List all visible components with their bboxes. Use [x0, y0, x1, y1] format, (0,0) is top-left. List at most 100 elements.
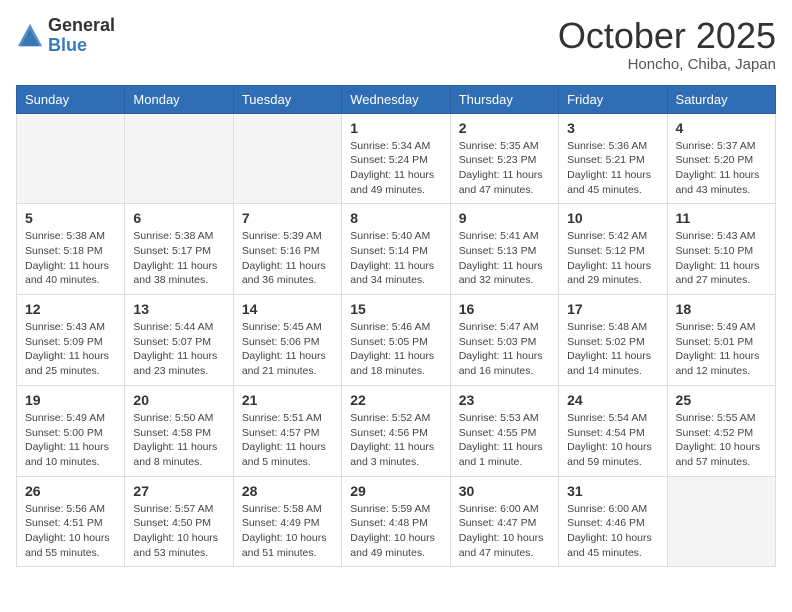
logo: General Blue	[16, 16, 115, 56]
day-info: Sunrise: 5:45 AM Sunset: 5:06 PM Dayligh…	[242, 320, 333, 379]
day-number: 9	[459, 210, 550, 226]
calendar-cell: 20Sunrise: 5:50 AM Sunset: 4:58 PM Dayli…	[125, 385, 233, 476]
day-number: 24	[567, 392, 658, 408]
day-info: Sunrise: 5:46 AM Sunset: 5:05 PM Dayligh…	[350, 320, 441, 379]
day-number: 5	[25, 210, 116, 226]
day-info: Sunrise: 5:58 AM Sunset: 4:49 PM Dayligh…	[242, 502, 333, 561]
day-info: Sunrise: 5:48 AM Sunset: 5:02 PM Dayligh…	[567, 320, 658, 379]
calendar-cell: 1Sunrise: 5:34 AM Sunset: 5:24 PM Daylig…	[342, 113, 450, 204]
day-number: 17	[567, 301, 658, 317]
day-number: 6	[133, 210, 224, 226]
calendar-cell: 29 Sunrise: 5:59 AM Sunset: 4:48 PM Dayli…	[342, 476, 450, 567]
day-info: Sunrise: 5:49 AM Sunset: 5:01 PM Dayligh…	[676, 320, 767, 379]
day-number: 4	[676, 120, 767, 136]
day-info: Sunrise: 5:42 AM Sunset: 5:12 PM Dayligh…	[567, 229, 658, 288]
calendar-cell: 7 Sunrise: 5:39 AM Sunset: 5:16 PM Daylig…	[233, 204, 341, 295]
day-number: 29	[350, 483, 441, 499]
calendar-cell: 5 Sunrise: 5:38 AM Sunset: 5:18 PM Daylig…	[17, 204, 125, 295]
weekday-header-tuesday: Tuesday	[233, 85, 341, 113]
day-number: 7	[242, 210, 333, 226]
day-number: 10	[567, 210, 658, 226]
day-number: 15	[350, 301, 441, 317]
day-info: Sunrise: 5:52 AM Sunset: 4:56 PM Dayligh…	[350, 411, 441, 470]
day-info: Sunrise: 5:49 AM Sunset: 5:00 PM Dayligh…	[25, 411, 116, 470]
calendar-cell: 12Sunrise: 5:43 AM Sunset: 5:09 PM Dayli…	[17, 295, 125, 386]
day-info: Sunrise: 5:44 AM Sunset: 5:07 PM Dayligh…	[133, 320, 224, 379]
day-info: Sunrise: 5:35 AM Sunset: 5:23 PM Dayligh…	[459, 139, 550, 198]
day-number: 20	[133, 392, 224, 408]
day-number: 12	[25, 301, 116, 317]
day-number: 14	[242, 301, 333, 317]
day-info: Sunrise: 5:59 AM Sunset: 4:48 PM Dayligh…	[350, 502, 441, 561]
day-number: 28	[242, 483, 333, 499]
calendar-cell: 19 Sunrise: 5:49 AM Sunset: 5:00 PM Dayli…	[17, 385, 125, 476]
weekday-header-monday: Monday	[125, 85, 233, 113]
day-number: 2	[459, 120, 550, 136]
day-info: Sunrise: 5:47 AM Sunset: 5:03 PM Dayligh…	[459, 320, 550, 379]
day-number: 27	[133, 483, 224, 499]
logo-text: General Blue	[48, 16, 115, 56]
day-info: Sunrise: 5:37 AM Sunset: 5:20 PM Dayligh…	[676, 139, 767, 198]
day-info: Sunrise: 5:38 AM Sunset: 5:18 PM Dayligh…	[25, 229, 116, 288]
weekday-header-thursday: Thursday	[450, 85, 558, 113]
day-number: 13	[133, 301, 224, 317]
day-info: Sunrise: 5:40 AM Sunset: 5:14 PM Dayligh…	[350, 229, 441, 288]
calendar-cell: 22 Sunrise: 5:52 AM Sunset: 4:56 PM Dayli…	[342, 385, 450, 476]
day-number: 22	[350, 392, 441, 408]
week-row-4: 19 Sunrise: 5:49 AM Sunset: 5:00 PM Dayli…	[17, 385, 776, 476]
day-info: Sunrise: 6:00 AM Sunset: 4:46 PM Dayligh…	[567, 502, 658, 561]
calendar-cell: 25Sunrise: 5:55 AM Sunset: 4:52 PM Dayli…	[667, 385, 775, 476]
weekday-header-row: SundayMondayTuesdayWednesdayThursdayFrid…	[17, 85, 776, 113]
calendar-cell: 24 Sunrise: 5:54 AM Sunset: 4:54 PM Dayli…	[559, 385, 667, 476]
day-number: 23	[459, 392, 550, 408]
calendar-cell: 2 Sunrise: 5:35 AM Sunset: 5:23 PM Daylig…	[450, 113, 558, 204]
day-number: 21	[242, 392, 333, 408]
calendar-cell: 26 Sunrise: 5:56 AM Sunset: 4:51 PM Dayli…	[17, 476, 125, 567]
calendar-cell: 9 Sunrise: 5:41 AM Sunset: 5:13 PM Daylig…	[450, 204, 558, 295]
day-number: 19	[25, 392, 116, 408]
calendar-title: October 2025	[558, 16, 776, 56]
week-row-5: 26 Sunrise: 5:56 AM Sunset: 4:51 PM Dayli…	[17, 476, 776, 567]
week-row-3: 12Sunrise: 5:43 AM Sunset: 5:09 PM Dayli…	[17, 295, 776, 386]
week-row-1: 1Sunrise: 5:34 AM Sunset: 5:24 PM Daylig…	[17, 113, 776, 204]
day-info: Sunrise: 5:41 AM Sunset: 5:13 PM Dayligh…	[459, 229, 550, 288]
logo-blue: Blue	[48, 36, 115, 56]
day-number: 26	[25, 483, 116, 499]
calendar-cell	[17, 113, 125, 204]
calendar-cell: 8 Sunrise: 5:40 AM Sunset: 5:14 PM Daylig…	[342, 204, 450, 295]
calendar-cell: 21 Sunrise: 5:51 AM Sunset: 4:57 PM Dayli…	[233, 385, 341, 476]
day-number: 1	[350, 120, 441, 136]
day-number: 31	[567, 483, 658, 499]
day-info: Sunrise: 5:57 AM Sunset: 4:50 PM Dayligh…	[133, 502, 224, 561]
day-number: 3	[567, 120, 658, 136]
calendar-cell: 6Sunrise: 5:38 AM Sunset: 5:17 PM Daylig…	[125, 204, 233, 295]
calendar-cell: 31 Sunrise: 6:00 AM Sunset: 4:46 PM Dayli…	[559, 476, 667, 567]
day-info: Sunrise: 5:55 AM Sunset: 4:52 PM Dayligh…	[676, 411, 767, 470]
calendar-cell: 23 Sunrise: 5:53 AM Sunset: 4:55 PM Dayli…	[450, 385, 558, 476]
week-row-2: 5 Sunrise: 5:38 AM Sunset: 5:18 PM Daylig…	[17, 204, 776, 295]
day-info: Sunrise: 5:39 AM Sunset: 5:16 PM Dayligh…	[242, 229, 333, 288]
calendar-cell: 15 Sunrise: 5:46 AM Sunset: 5:05 PM Dayli…	[342, 295, 450, 386]
calendar-cell: 4 Sunrise: 5:37 AM Sunset: 5:20 PM Daylig…	[667, 113, 775, 204]
calendar-body: 1Sunrise: 5:34 AM Sunset: 5:24 PM Daylig…	[17, 113, 776, 567]
calendar-cell	[667, 476, 775, 567]
day-info: Sunrise: 5:54 AM Sunset: 4:54 PM Dayligh…	[567, 411, 658, 470]
day-number: 8	[350, 210, 441, 226]
calendar-cell: 30Sunrise: 6:00 AM Sunset: 4:47 PM Dayli…	[450, 476, 558, 567]
logo-icon	[16, 22, 44, 50]
day-info: Sunrise: 5:36 AM Sunset: 5:21 PM Dayligh…	[567, 139, 658, 198]
calendar-cell	[233, 113, 341, 204]
day-info: Sunrise: 5:56 AM Sunset: 4:51 PM Dayligh…	[25, 502, 116, 561]
calendar-cell: 17 Sunrise: 5:48 AM Sunset: 5:02 PM Dayli…	[559, 295, 667, 386]
calendar-header: SundayMondayTuesdayWednesdayThursdayFrid…	[17, 85, 776, 113]
weekday-header-saturday: Saturday	[667, 85, 775, 113]
weekday-header-wednesday: Wednesday	[342, 85, 450, 113]
calendar-table: SundayMondayTuesdayWednesdayThursdayFrid…	[16, 85, 776, 568]
day-number: 11	[676, 210, 767, 226]
calendar-cell: 13 Sunrise: 5:44 AM Sunset: 5:07 PM Dayli…	[125, 295, 233, 386]
day-number: 30	[459, 483, 550, 499]
day-info: Sunrise: 5:53 AM Sunset: 4:55 PM Dayligh…	[459, 411, 550, 470]
day-info: Sunrise: 5:51 AM Sunset: 4:57 PM Dayligh…	[242, 411, 333, 470]
weekday-header-friday: Friday	[559, 85, 667, 113]
calendar-cell: 11Sunrise: 5:43 AM Sunset: 5:10 PM Dayli…	[667, 204, 775, 295]
